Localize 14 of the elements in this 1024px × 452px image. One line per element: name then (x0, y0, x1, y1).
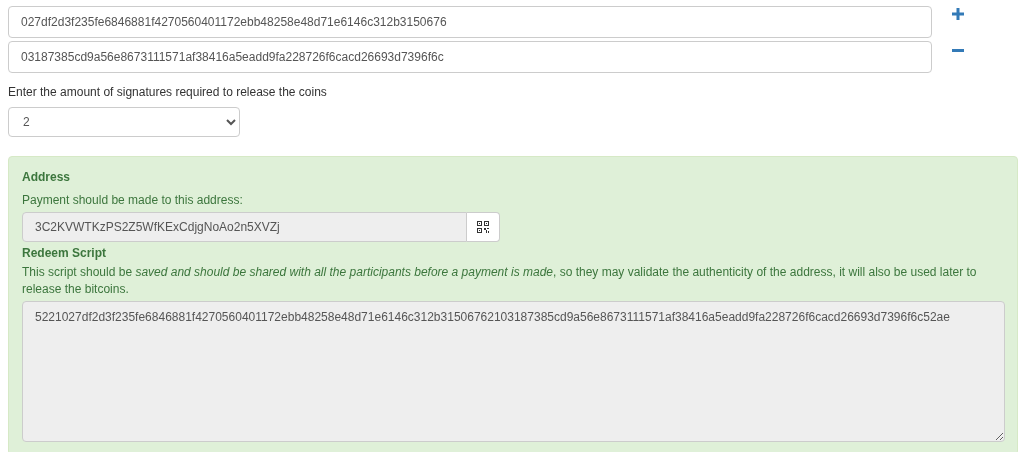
public-key-field[interactable]: 03187385cd9a56e8673111571af38416a5eadd9fa228726f6cacd26693d7396f6c (8, 41, 932, 73)
script-hint: This script should be saved and should be shared with all the participants before a payment is made, so they may validate the authenticity of the address, it will also be used later to release the bitcoins. (22, 264, 978, 298)
address-field[interactable]: 3C2KVWTKzPS2Z5WfKExCdjgNoAo2n5XVZj (22, 212, 468, 242)
signatures-label: Enter the amount of signatures required to release the coins (8, 85, 328, 99)
script-title: Redeem Script (22, 246, 108, 260)
redeem-script-field[interactable]: 5221027df2d3f235fe6846881f4270560401172ebb48258e48d71e6146c312b31506762103187385cd9a56e8673111571af38416a5eadd9fa228726f6cacd26693d7396f6c52ae (22, 301, 1005, 442)
signatures-select[interactable]: 2 (8, 107, 240, 137)
qr-code-icon (477, 221, 490, 233)
address-hint: Payment should be made to this address: (22, 192, 244, 209)
minus-icon (952, 49, 964, 53)
address-title: Address (22, 170, 72, 184)
public-key-field[interactable]: 027df2d3f235fe6846881f4270560401172ebb48258e48d71e6146c312b3150676 (8, 6, 932, 38)
qr-code-button[interactable] (467, 212, 500, 242)
plus-icon (952, 8, 964, 20)
